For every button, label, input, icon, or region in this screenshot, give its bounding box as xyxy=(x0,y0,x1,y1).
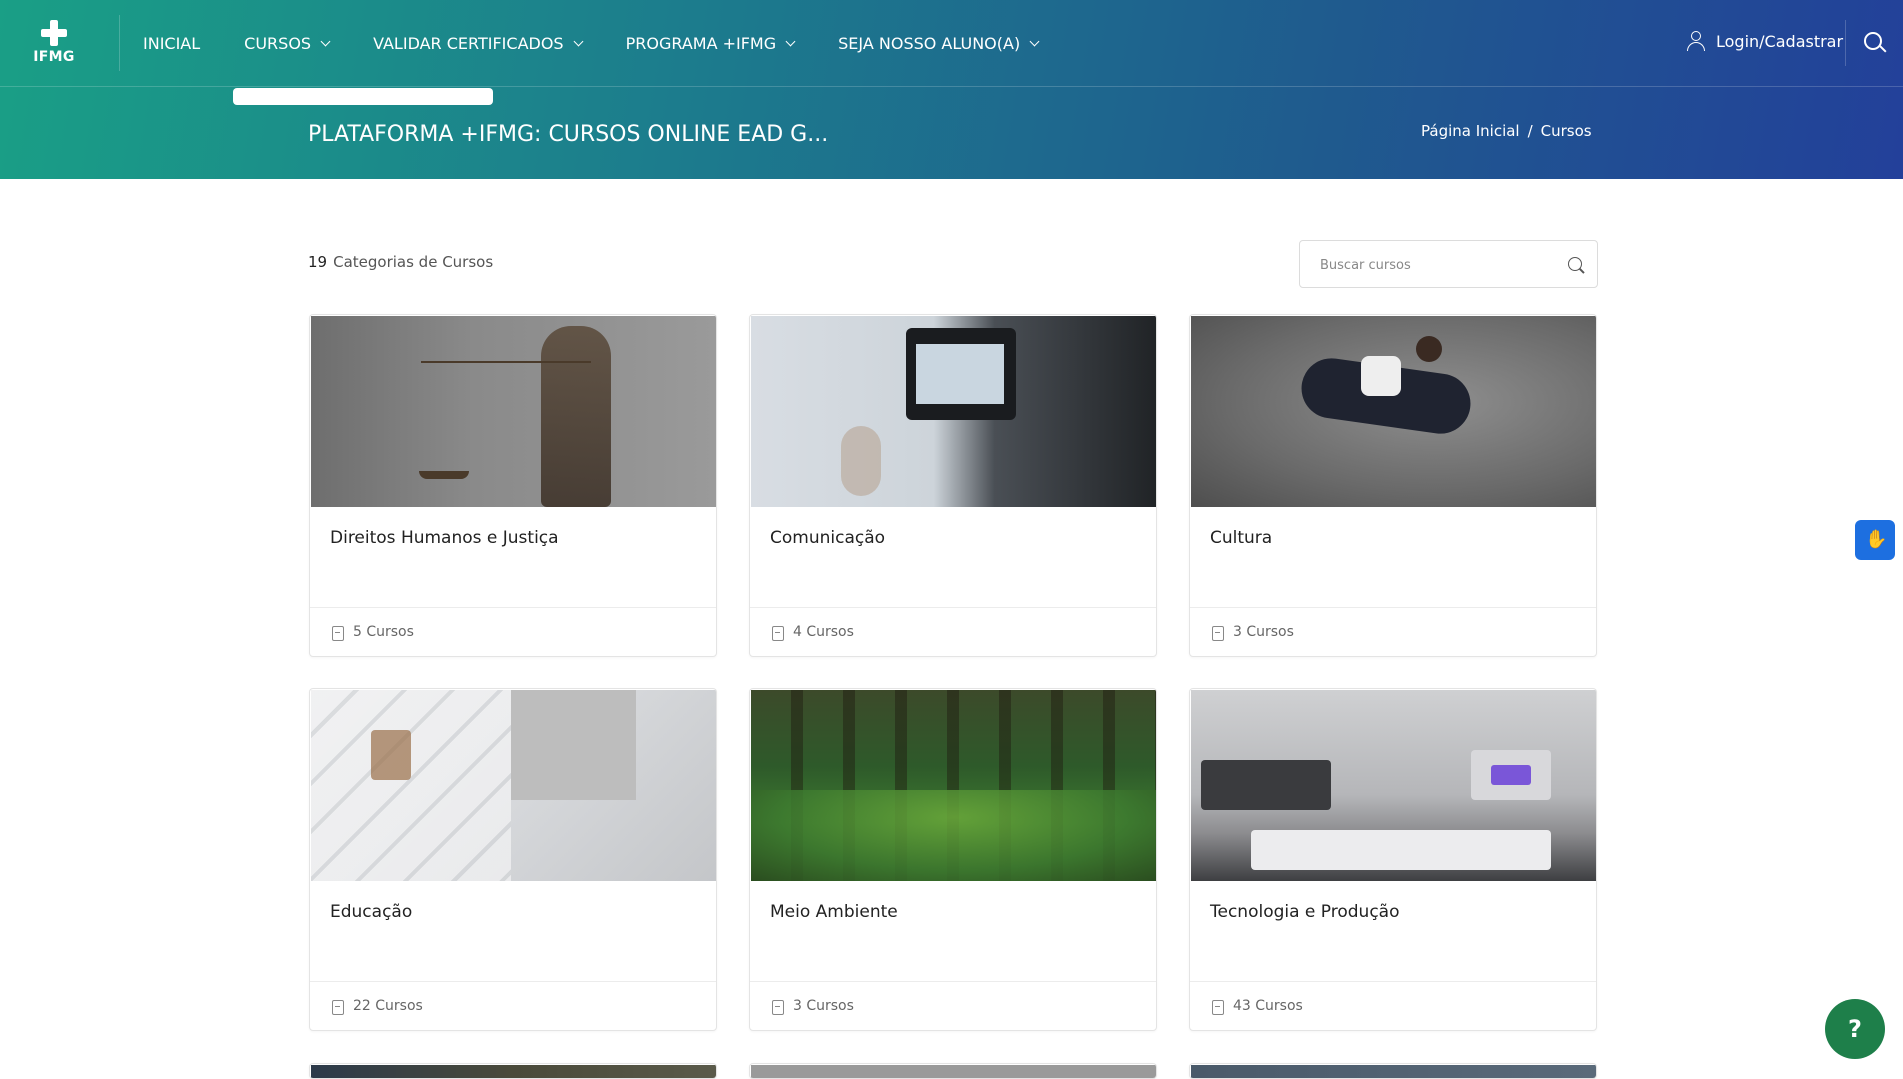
chevron-down-icon xyxy=(785,36,796,47)
top-navigation-bar: IFMG INICIAL CURSOS VALIDAR CERTIFICADOS… xyxy=(0,0,1903,87)
category-image[interactable] xyxy=(751,316,1156,507)
category-footer: 4 Cursos xyxy=(750,607,1156,656)
page-title: PLATAFORMA +IFMG: CURSOS ONLINE EAD G... xyxy=(308,122,829,147)
category-card-partial[interactable] xyxy=(749,1063,1157,1079)
category-card-educacao[interactable]: Educação 22 Cursos xyxy=(309,688,717,1031)
category-title[interactable]: Cultura xyxy=(1210,528,1272,548)
course-search-input[interactable] xyxy=(1320,254,1550,276)
main-nav: INICIAL CURSOS VALIDAR CERTIFICADOS PROG… xyxy=(143,0,1082,87)
breadcrumb-home-link[interactable]: Página Inicial xyxy=(1421,122,1520,140)
course-count: 3 Cursos xyxy=(1233,624,1294,640)
category-count: 19 Categorias de Cursos xyxy=(308,253,493,271)
help-button[interactable]: ? xyxy=(1825,999,1885,1059)
page-header: IFMG INICIAL CURSOS VALIDAR CERTIFICADOS… xyxy=(0,0,1903,179)
category-footer: 3 Cursos xyxy=(1190,607,1596,656)
category-image[interactable] xyxy=(751,1065,1156,1078)
search-divider xyxy=(1845,20,1846,66)
category-image[interactable] xyxy=(311,1065,716,1078)
category-image[interactable] xyxy=(1191,316,1596,507)
category-count-label: Categorias de Cursos xyxy=(333,253,494,271)
category-card-cultura[interactable]: Cultura 3 Cursos xyxy=(1189,314,1597,657)
book-icon xyxy=(1212,626,1224,641)
course-count: 3 Cursos xyxy=(793,998,854,1014)
book-icon xyxy=(1212,1000,1224,1015)
nav-item-seja-nosso-aluno[interactable]: SEJA NOSSO ALUNO(A) xyxy=(838,34,1040,53)
nav-item-validar-certificados[interactable]: VALIDAR CERTIFICADOS xyxy=(373,34,584,53)
category-image[interactable] xyxy=(311,316,716,507)
course-count: 4 Cursos xyxy=(793,624,854,640)
category-footer: 3 Cursos xyxy=(750,981,1156,1030)
category-title[interactable]: Educação xyxy=(330,902,412,922)
nav-item-label: CURSOS xyxy=(244,34,312,53)
category-title[interactable]: Direitos Humanos e Justiça xyxy=(330,528,559,548)
category-card-partial[interactable] xyxy=(1189,1063,1597,1079)
category-card-tecnologia-producao[interactable]: Tecnologia e Produção 43 Cursos xyxy=(1189,688,1597,1031)
search-icon[interactable] xyxy=(1568,257,1586,275)
book-icon xyxy=(772,626,784,641)
logo-text: IFMG xyxy=(33,49,75,65)
category-image[interactable] xyxy=(751,690,1156,881)
category-image[interactable] xyxy=(311,690,716,881)
nav-item-label: VALIDAR CERTIFICADOS xyxy=(373,34,564,53)
breadcrumb-current: Cursos xyxy=(1540,122,1592,140)
category-image[interactable] xyxy=(1191,690,1596,881)
chevron-down-icon xyxy=(1029,36,1040,47)
category-footer: 43 Cursos xyxy=(1190,981,1596,1030)
course-count: 22 Cursos xyxy=(353,998,423,1014)
category-footer: 22 Cursos xyxy=(310,981,716,1030)
book-icon xyxy=(332,1000,344,1015)
nav-active-indicator xyxy=(233,88,493,105)
category-image[interactable] xyxy=(1191,1065,1596,1078)
login-label: Login/Cadastrar xyxy=(1716,31,1844,51)
logo-divider xyxy=(119,15,120,71)
sign-language-hands-icon: ✋ xyxy=(1865,529,1888,550)
login-link[interactable]: Login/Cadastrar xyxy=(1686,31,1843,51)
nav-item-label: SEJA NOSSO ALUNO(A) xyxy=(838,34,1021,53)
vlibras-accessibility-button[interactable]: ✋ xyxy=(1855,520,1895,560)
course-count: 5 Cursos xyxy=(353,624,414,640)
nav-item-cursos[interactable]: CURSOS xyxy=(244,34,331,53)
category-card-meio-ambiente[interactable]: Meio Ambiente 3 Cursos xyxy=(749,688,1157,1031)
category-card-partial[interactable] xyxy=(309,1063,717,1079)
course-count: 43 Cursos xyxy=(1233,998,1303,1014)
breadcrumb-separator: / xyxy=(1527,122,1533,140)
header-search-button[interactable] xyxy=(1864,32,1888,56)
category-title[interactable]: Tecnologia e Produção xyxy=(1210,902,1400,922)
nav-item-inicial[interactable]: INICIAL xyxy=(143,34,200,53)
category-title[interactable]: Comunicação xyxy=(770,528,885,548)
category-title[interactable]: Meio Ambiente xyxy=(770,902,898,922)
nav-item-programa-ifmg[interactable]: PROGRAMA +IFMG xyxy=(625,34,796,53)
user-icon xyxy=(1686,31,1706,51)
ifmg-logo[interactable]: IFMG xyxy=(30,18,78,68)
category-card-direitos-humanos[interactable]: Direitos Humanos e Justiça 5 Cursos xyxy=(309,314,717,657)
category-count-number: 19 xyxy=(308,253,328,271)
chevron-down-icon xyxy=(320,36,331,47)
book-icon xyxy=(332,626,344,641)
nav-item-label: PROGRAMA +IFMG xyxy=(625,34,777,53)
course-search-box xyxy=(1299,240,1598,288)
chevron-down-icon xyxy=(573,36,584,47)
category-footer: 5 Cursos xyxy=(310,607,716,656)
book-icon xyxy=(772,1000,784,1015)
nav-item-label: INICIAL xyxy=(143,34,201,53)
plus-icon xyxy=(38,18,70,50)
category-card-comunicacao[interactable]: Comunicação 4 Cursos xyxy=(749,314,1157,657)
breadcrumb: Página Inicial / Cursos xyxy=(1421,122,1592,140)
